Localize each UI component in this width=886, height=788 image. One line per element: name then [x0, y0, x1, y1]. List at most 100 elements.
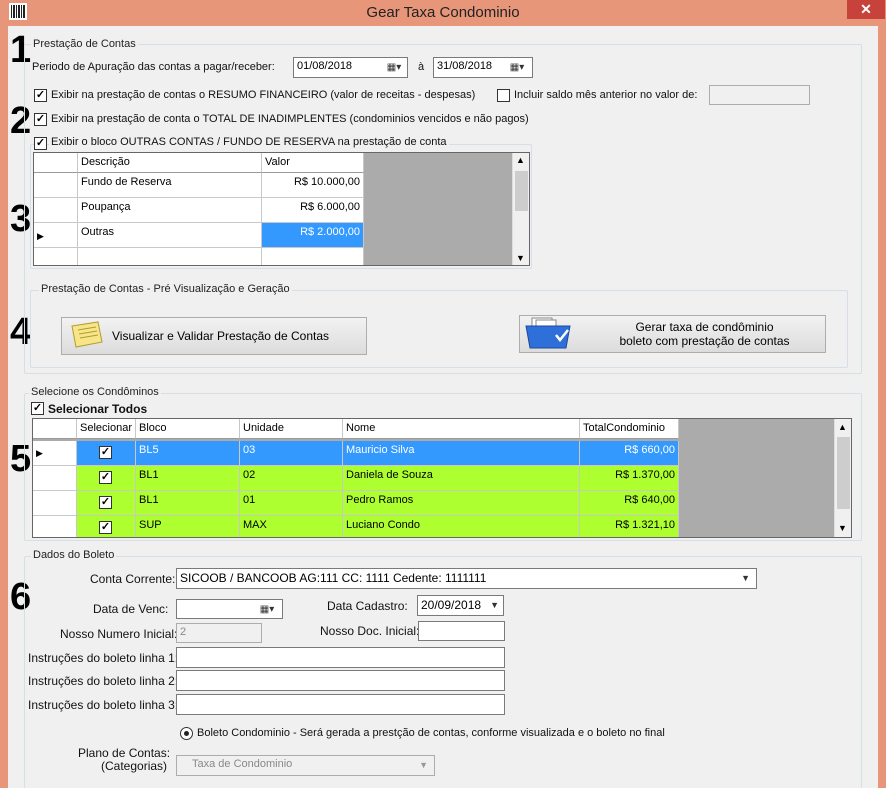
plano-contas-select[interactable]: Taxa de Condominio ▼ — [176, 755, 435, 776]
chevron-down-icon: ▼ — [741, 573, 750, 583]
cell-selecionar[interactable]: ✓ — [77, 466, 136, 491]
title-bar: Gear Taxa Condominio ✕ — [0, 0, 886, 26]
gerar-taxa-button[interactable]: Gerar taxa de condôminio boleto com pres… — [519, 315, 826, 353]
cell-bloco[interactable]: BL5 — [136, 441, 240, 466]
close-button[interactable]: ✕ — [847, 0, 885, 19]
calendar-dropdown-icon[interactable]: ▦▾ — [256, 601, 278, 617]
cell-valor[interactable]: R$ 10.000,00 — [262, 173, 364, 198]
inadimplentes-label: Exibir na prestação de conta o TOTAL DE … — [51, 113, 529, 125]
row-checkbox[interactable]: ✓ — [99, 446, 112, 459]
contas-grid: Descrição Valor Fundo de Reserva R$ 10.0… — [33, 152, 530, 266]
row-checkbox[interactable]: ✓ — [99, 496, 112, 509]
row-header-corner — [34, 153, 78, 173]
conta-corrente-label: Conta Corrente: — [90, 572, 176, 586]
cell-total[interactable]: R$ 640,00 — [580, 491, 679, 516]
scroll-down-icon[interactable]: ▼ — [838, 523, 847, 533]
row-checkbox[interactable]: ✓ — [99, 521, 112, 534]
cell-bloco[interactable]: BL1 — [136, 466, 240, 491]
row-header[interactable] — [34, 173, 78, 198]
cell-valor-selected[interactable]: R$ 2.000,00 — [262, 223, 364, 248]
instrucoes-2-field[interactable] — [176, 670, 505, 691]
cell-valor[interactable]: R$ 6.000,00 — [262, 198, 364, 223]
instrucoes-3-field[interactable] — [176, 694, 505, 715]
header-descricao[interactable]: Descrição — [78, 153, 262, 173]
data-cadastro-field[interactable]: 20/09/2018 ▼ — [417, 595, 504, 616]
instrucoes-1-label: Instruções do boleto linha 1: — [28, 651, 179, 665]
inadimplentes-checkbox[interactable]: ✓ — [34, 113, 47, 126]
prestacao-group-label: Prestação de Contas — [31, 38, 138, 50]
cell-nome[interactable]: Pedro Ramos — [343, 491, 580, 516]
selecionar-todos-label: Selecionar Todos — [48, 402, 148, 416]
plano-contas-label: Plano de Contas: — [78, 746, 171, 760]
cell-unidade[interactable]: 02 — [240, 466, 343, 491]
cell-unidade[interactable]: MAX — [240, 516, 343, 537]
cell-descricao[interactable]: Fundo de Reserva — [78, 173, 262, 198]
row-header[interactable] — [33, 516, 77, 537]
cell-valor[interactable] — [262, 248, 364, 265]
cell-total[interactable]: R$ 660,00 — [580, 441, 679, 466]
conta-corrente-select[interactable]: SICOOB / BANCOOB AG:111 CC: 1111 Cedente… — [176, 568, 757, 589]
cell-bloco[interactable]: SUP — [136, 516, 240, 537]
cell-selecionar[interactable]: ✓ — [77, 491, 136, 516]
visualizar-validar-button[interactable]: Visualizar e Validar Prestação de Contas — [61, 317, 367, 355]
scroll-down-icon[interactable]: ▼ — [516, 253, 525, 263]
instrucoes-1-field[interactable] — [176, 647, 505, 668]
calendar-dropdown-icon[interactable]: ▦▾ — [506, 59, 528, 75]
a-label: à — [418, 61, 425, 73]
nosso-numero-field[interactable]: 2 — [176, 623, 262, 643]
row-checkbox[interactable]: ✓ — [99, 471, 112, 484]
chevron-down-icon: ▼ — [490, 600, 499, 610]
scroll-up-icon[interactable]: ▲ — [516, 155, 525, 165]
scroll-thumb[interactable] — [837, 437, 850, 509]
cell-bloco[interactable]: BL1 — [136, 491, 240, 516]
incluir-saldo-label: Incluir saldo mês anterior no valor de: — [514, 89, 698, 101]
visualizar-label: Visualizar e Validar Prestação de Contas — [112, 329, 330, 343]
boleto-condominio-radio[interactable] — [180, 727, 193, 740]
nosso-doc-label: Nosso Doc. Inicial: — [320, 624, 420, 638]
header-bloco[interactable]: Bloco — [136, 419, 240, 439]
cell-nome[interactable]: Luciano Condo — [343, 516, 580, 537]
cell-descricao[interactable]: Outras — [78, 223, 262, 248]
calendar-dropdown-icon[interactable]: ▦▾ — [383, 59, 405, 75]
current-row-arrow-icon[interactable]: ▶ — [33, 441, 77, 466]
chevron-down-icon: ▼ — [419, 760, 428, 770]
nosso-doc-field[interactable] — [418, 621, 505, 641]
incluir-saldo-checkbox[interactable] — [497, 89, 510, 102]
contas-grid-scrollbar[interactable]: ▲ ▼ — [512, 153, 529, 265]
row-header-corner — [33, 419, 77, 439]
header-unidade[interactable]: Unidade — [240, 419, 343, 439]
outras-contas-checkbox[interactable]: ✓ — [34, 137, 47, 150]
instrucoes-2-label: Instruções do boleto linha 2: — [28, 674, 179, 688]
cell-descricao[interactable]: Poupança — [78, 198, 262, 223]
row-header[interactable] — [34, 198, 78, 223]
incluir-saldo-field[interactable] — [709, 85, 810, 105]
condominos-grid-scrollbar[interactable]: ▲ ▼ — [834, 419, 851, 537]
data-cadastro-value: 20/09/2018 — [421, 598, 482, 612]
note-paper-icon — [68, 320, 108, 353]
scroll-up-icon[interactable]: ▲ — [838, 422, 847, 432]
header-selecionar[interactable]: Selecionar — [77, 419, 136, 439]
cell-unidade[interactable]: 01 — [240, 491, 343, 516]
current-row-arrow-icon[interactable]: ▶ — [34, 223, 78, 248]
periodo-label: Periodo de Apuração das contas a pagar/r… — [32, 61, 275, 73]
plano-contas-value: Taxa de Condominio — [192, 758, 293, 770]
row-header[interactable] — [33, 491, 77, 516]
cell-total[interactable]: R$ 1.370,00 — [580, 466, 679, 491]
visualizacao-group-label: Prestação de Contas - Pré Visualização e… — [39, 283, 292, 295]
header-valor[interactable]: Valor — [262, 153, 364, 173]
cell-nome[interactable]: Daniela de Souza — [343, 466, 580, 491]
selecionar-todos-checkbox[interactable]: ✓ — [31, 402, 44, 415]
row-header[interactable] — [34, 248, 78, 265]
scroll-thumb[interactable] — [515, 171, 528, 211]
date-from-value: 01/08/2018 — [297, 60, 353, 72]
header-total[interactable]: TotalCondominio — [580, 419, 679, 439]
cell-nome[interactable]: Mauricio Silva — [343, 441, 580, 466]
cell-selecionar[interactable]: ✓ — [77, 441, 136, 466]
cell-selecionar[interactable]: ✓ — [77, 516, 136, 537]
cell-descricao[interactable] — [78, 248, 262, 265]
cell-total[interactable]: R$ 1.321,10 — [580, 516, 679, 537]
cell-unidade[interactable]: 03 — [240, 441, 343, 466]
resumo-checkbox[interactable]: ✓ — [34, 89, 47, 102]
row-header[interactable] — [33, 466, 77, 491]
header-nome[interactable]: Nome — [343, 419, 580, 439]
